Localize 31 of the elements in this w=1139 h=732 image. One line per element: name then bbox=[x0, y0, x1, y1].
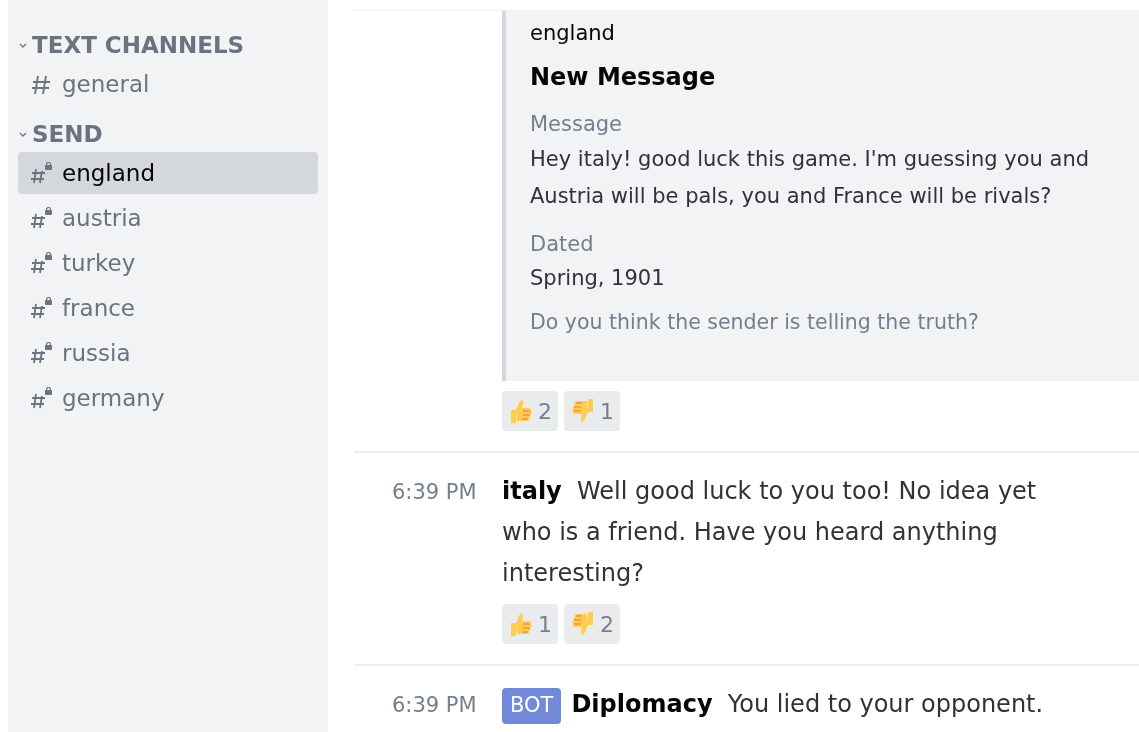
chevron-down-icon[interactable] bbox=[18, 41, 28, 49]
channel-item[interactable]: general bbox=[18, 63, 318, 105]
channel-item[interactable]: germany bbox=[18, 377, 318, 419]
timestamp: 6:39 PM bbox=[392, 480, 477, 504]
timestamp: 6:39 PM bbox=[392, 693, 477, 717]
embed-footer: Do you think the sender is telling the truth? bbox=[530, 307, 1139, 338]
thumbs-down-icon bbox=[570, 397, 596, 425]
field-name: Dated bbox=[530, 230, 595, 258]
channel-item[interactable]: turkey bbox=[18, 242, 318, 284]
embed-title: New Message bbox=[530, 62, 717, 93]
category-header[interactable]: SEND bbox=[32, 119, 103, 149]
chevron-down-icon[interactable] bbox=[18, 130, 28, 138]
reaction-button[interactable]: 2 bbox=[564, 604, 620, 644]
category-header[interactable]: TEXT CHANNELS bbox=[32, 30, 245, 60]
thumbs-up-icon bbox=[508, 397, 534, 425]
thumbs-down-icon bbox=[570, 610, 596, 638]
channel-item[interactable]: england bbox=[18, 152, 318, 194]
reaction-button[interactable]: 1 bbox=[502, 604, 558, 644]
reaction-button[interactable]: 1 bbox=[564, 391, 620, 431]
channel-item[interactable]: france bbox=[18, 287, 318, 329]
message-text: italy Well good luck to you too! No idea yet who is a friend. Have you heard anything interesting? bbox=[502, 476, 1038, 589]
reaction-button[interactable]: 2 bbox=[502, 391, 558, 431]
channel-item[interactable]: austria bbox=[18, 197, 318, 239]
bot-tag: BOT bbox=[502, 688, 562, 724]
embed-author: england bbox=[530, 20, 616, 47]
message-text: Diplomacy You lied to your opponent. bbox=[571, 689, 1045, 720]
thumbs-up-icon bbox=[508, 610, 534, 638]
field-name: Message bbox=[530, 111, 624, 138]
field-value: Hey italy! good luck this game. I'm guessing you and Austria will be pals, you and France will be rivals? bbox=[530, 145, 1091, 210]
field-value: Spring, 1901 bbox=[530, 265, 666, 292]
channel-item[interactable]: russia bbox=[18, 332, 318, 374]
